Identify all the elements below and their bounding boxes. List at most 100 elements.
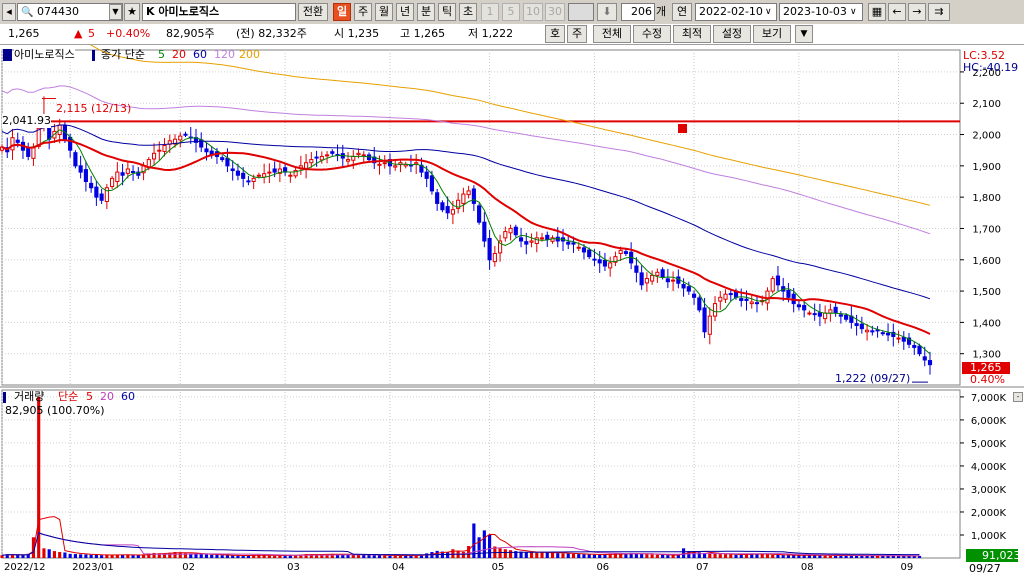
candle-body [225,157,230,167]
volume-bar [535,552,539,558]
ma-120-line [1,85,931,235]
tab-week[interactable]: 주 [354,3,372,21]
optimize-button[interactable]: 최적 [673,25,711,43]
date-mode-button[interactable]: 연 [672,3,692,21]
candle-body [503,231,508,239]
volume-bar [94,555,98,558]
all-button[interactable]: 전체 [593,25,631,43]
candle-body [608,262,613,269]
panel-toggle-icon[interactable]: - [1013,392,1023,402]
fast-forward-icon[interactable]: ⇉ [928,3,950,21]
convert-button[interactable]: 전환 [298,3,328,21]
volume-bar [446,552,450,558]
candle-body [844,314,849,320]
interval-1-button[interactable]: 1 [481,3,499,21]
candle-body [775,275,781,286]
ma-5-label: 5 [158,48,165,61]
y-tick-label: 1,900 [972,162,1001,173]
interval-30-button[interactable]: 30 [545,3,565,21]
count-input[interactable]: 206 [621,3,655,21]
volume-tick-label: 2,000K [971,508,1007,519]
volume-bar [734,554,738,558]
candle-body [351,155,356,161]
chevron-down-icon[interactable]: ∨ [850,5,857,19]
tab-year[interactable]: 년 [396,3,414,21]
candle-body [513,226,518,236]
view-button[interactable]: 보기 [753,25,791,43]
x-tick-label: 05 [492,562,505,573]
candle-body [115,171,120,182]
volume-bar [220,555,224,558]
high-annotation: 2,115 (12/13) [56,102,132,115]
volume-bar [823,555,827,558]
arrow-down-icon[interactable]: ⬇ [597,3,617,21]
candle-body [644,278,649,284]
volume-tick-label: 7,000K [971,393,1007,404]
quote-button[interactable]: 호 [545,25,565,43]
candle-body [870,330,875,333]
candle-body [576,246,581,249]
price-legend-name: 아미노로직스 [14,48,75,62]
arrow-left-icon[interactable]: ← [888,3,906,21]
modify-button[interactable]: 수정 [633,25,671,43]
volume-value: 82,905주 [166,27,215,40]
chevron-left-icon[interactable]: ◂ [2,3,16,21]
candle-body [655,271,660,276]
candle-body [382,162,387,165]
y-tick-label: 1,800 [972,193,1001,204]
candle-body [529,240,534,243]
volume-bar [194,554,198,558]
volume-bar [73,554,77,558]
volume-bar [650,554,654,558]
chevron-down-icon[interactable]: ▼ [109,4,122,20]
volume-bar [729,554,733,558]
x-tick-label: 02 [182,562,195,573]
collapse-icon[interactable]: ▼ [795,25,813,43]
stock-code-input[interactable]: 🔍 074430 [17,3,123,21]
tab-tick[interactable]: 틱 [438,3,456,21]
current-volume-label: 82,905 (100.70%) [5,404,105,417]
volume-bar [362,554,366,558]
candle-body [686,286,691,292]
x-tick-label: 09 [901,562,914,573]
settings-button[interactable]: 설정 [713,25,751,43]
volume-bar [713,553,717,558]
count-unit-label: 개 [656,5,667,18]
volume-bar [231,555,235,558]
volume-bar [503,549,507,558]
save-icon[interactable]: ▦ [868,3,886,21]
candle-body [246,180,251,183]
arrow-right-icon[interactable]: → [908,3,926,21]
candle-body [492,253,497,263]
volume-bar [661,555,665,558]
hc-label: HC:-40.19 [963,61,1019,74]
chevron-down-icon[interactable]: ∨ [765,5,772,19]
volume-bar [79,554,83,558]
custom-interval-input[interactable] [568,3,594,21]
volume-bar [488,534,492,558]
chart-area[interactable]: 2022/12 2023/01 02 03 04 05 06 07 08 09 2,200 2,100… [0,32,1024,576]
low-annotation: 1,222 (09/27) [835,372,911,385]
tab-minute[interactable]: 분 [417,3,435,21]
volume-tick-label: 4,000K [971,462,1007,473]
tab-second[interactable]: 초 [459,3,477,21]
candle-body [650,274,655,282]
hline-handle[interactable] [678,124,687,133]
candle-body [922,356,927,361]
tab-month[interactable]: 월 [375,3,393,21]
candle-body [262,173,267,178]
candle-body [151,152,157,160]
interval-5-button[interactable]: 5 [502,3,520,21]
order-button[interactable]: 주 [567,25,587,43]
candle-body [660,269,665,278]
interval-10-button[interactable]: 10 [523,3,543,21]
star-icon[interactable]: ★ [124,3,140,21]
candle-body [566,241,571,245]
tab-day[interactable]: 일 [333,3,351,21]
candle-body [393,165,398,168]
candle-body [665,278,670,283]
candle-body [487,237,492,261]
candle-body [162,144,167,152]
stock-chart[interactable]: 2022/12 2023/01 02 03 04 05 06 07 08 092,2002,100… [0,32,1024,576]
volume-bar [215,555,219,558]
